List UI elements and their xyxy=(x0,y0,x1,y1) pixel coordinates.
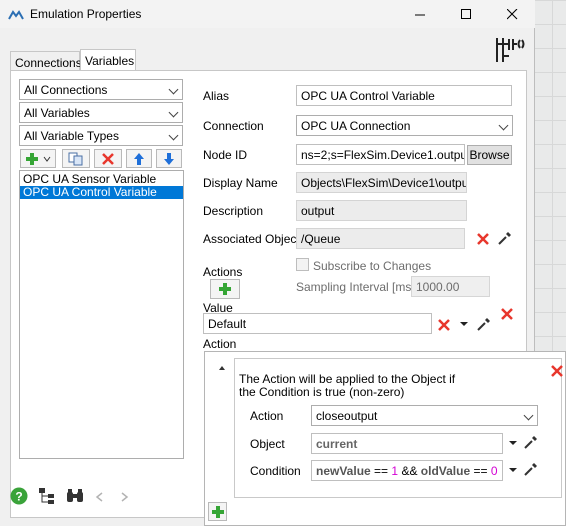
popup-action-label: Action xyxy=(250,409,284,423)
connection-select[interactable]: OPC UA Connection xyxy=(296,115,513,136)
sampling-interval-label: Sampling Interval [ms]: xyxy=(296,280,419,294)
variable-list[interactable]: OPC UA Sensor Variable OPC UA Control Va… xyxy=(19,170,184,459)
chevron-down-icon xyxy=(523,410,534,421)
associated-object-field: /Queue xyxy=(296,228,465,249)
variable-types-filter-value: All Variable Types xyxy=(24,129,119,143)
condition-token: == xyxy=(473,464,488,478)
condition-token: == xyxy=(374,464,389,478)
nodeid-field[interactable]: ns=2;s=FlexSim.Device1.output xyxy=(296,144,465,165)
add-icon xyxy=(211,505,224,518)
chevron-down-icon xyxy=(498,120,509,131)
popup-condition-field[interactable]: newValue == 1 && oldValue == 0 xyxy=(311,460,503,481)
chevron-down-icon[interactable] xyxy=(459,321,469,327)
arrow-down-icon xyxy=(164,152,174,165)
alias-label: Alias xyxy=(203,89,230,103)
tree-view-icon[interactable] xyxy=(38,487,56,508)
nodeid-label: Node ID xyxy=(203,148,248,162)
condition-token: && xyxy=(401,464,418,478)
eyedropper-icon[interactable] xyxy=(497,230,513,246)
chevron-down-icon[interactable] xyxy=(508,440,518,446)
svg-text:?: ? xyxy=(15,490,22,504)
tab-connections-label: Connections xyxy=(15,56,82,70)
connection-value: OPC UA Connection xyxy=(301,119,411,133)
action-editor-popup: The Action will be applied to the Object… xyxy=(204,351,566,526)
close-popup-icon[interactable] xyxy=(550,364,564,378)
browse-button[interactable]: Browse xyxy=(467,145,512,165)
add-icon xyxy=(26,152,51,165)
clear-object-icon[interactable] xyxy=(476,232,490,246)
arrow-up-icon xyxy=(134,152,144,165)
move-down-button[interactable] xyxy=(156,149,182,168)
popup-description-line1: The Action will be applied to the Object… xyxy=(239,372,456,386)
popup-condition-label: Condition xyxy=(250,464,301,478)
title-bar[interactable]: Emulation Properties xyxy=(0,0,535,28)
add-action-button[interactable] xyxy=(210,279,240,299)
connections-filter-select[interactable]: All Connections xyxy=(19,79,183,100)
value-field[interactable]: Default xyxy=(203,313,432,334)
maximize-icon xyxy=(460,8,471,19)
tab-connections[interactable]: Connections xyxy=(10,51,82,72)
subscribe-checkbox[interactable] xyxy=(296,258,309,271)
sampling-interval-field[interactable]: 1000.00 xyxy=(411,276,490,297)
popup-action-select[interactable]: closeoutput xyxy=(311,405,538,426)
close-button[interactable] xyxy=(489,0,535,28)
help-icon[interactable]: ? xyxy=(10,487,28,508)
clear-value-icon[interactable] xyxy=(437,318,451,332)
variables-filter-value: All Variables xyxy=(24,106,90,120)
display-name-field: Objects\FlexSim\Device1\output xyxy=(296,172,467,193)
chevron-down-icon[interactable] xyxy=(508,467,518,473)
remove-icon xyxy=(102,152,114,165)
associated-object-label: Associated Object xyxy=(203,232,300,246)
description-label: Description xyxy=(203,204,264,218)
connection-label: Connection xyxy=(203,119,264,133)
tab-variables-label: Variables xyxy=(85,54,135,68)
ladder-logic-icon xyxy=(495,36,527,67)
eyedropper-icon[interactable] xyxy=(523,461,539,477)
popup-object-field[interactable]: current xyxy=(311,433,503,454)
minimize-icon xyxy=(414,14,425,15)
collapse-icon[interactable] xyxy=(218,365,226,371)
display-name-label: Display Name xyxy=(203,176,278,190)
minimize-button[interactable] xyxy=(397,0,443,28)
condition-token: oldValue xyxy=(420,464,471,478)
forward-icon[interactable] xyxy=(121,491,129,505)
subscribe-label: Subscribe to Changes xyxy=(313,259,432,273)
eyedropper-icon[interactable] xyxy=(523,434,539,450)
popup-action-value: closeoutput xyxy=(316,409,378,423)
back-icon[interactable] xyxy=(95,491,103,505)
close-icon xyxy=(506,8,517,19)
condition-token: newValue xyxy=(316,464,371,478)
window-title: Emulation Properties xyxy=(30,7,142,21)
add-icon xyxy=(219,283,231,295)
condition-token: 1 xyxy=(391,464,399,478)
duplicate-variable-button[interactable] xyxy=(62,149,90,168)
chevron-down-icon xyxy=(168,107,179,118)
app-icon xyxy=(8,9,24,23)
list-item[interactable]: OPC UA Control Variable xyxy=(20,186,183,199)
action-label: Action xyxy=(203,337,237,351)
description-field: output xyxy=(296,200,467,221)
popup-object-label: Object xyxy=(250,437,285,451)
variables-filter-select[interactable]: All Variables xyxy=(19,102,183,123)
alias-field[interactable]: OPC UA Control Variable xyxy=(296,85,512,106)
eyedropper-icon[interactable] xyxy=(476,316,492,332)
chevron-down-icon xyxy=(168,84,179,95)
add-condition-button[interactable] xyxy=(208,502,227,521)
actions-label: Actions xyxy=(203,265,243,279)
find-icon[interactable] xyxy=(66,488,84,507)
chevron-down-icon xyxy=(168,130,179,141)
move-up-button[interactable] xyxy=(126,149,152,168)
maximize-button[interactable] xyxy=(443,0,489,28)
duplicate-icon xyxy=(68,152,83,165)
remove-action-icon[interactable] xyxy=(500,307,514,321)
condition-token: 0 xyxy=(490,464,498,478)
variable-types-filter-select[interactable]: All Variable Types xyxy=(19,125,183,146)
add-variable-button[interactable] xyxy=(20,149,56,168)
remove-variable-button[interactable] xyxy=(94,149,122,168)
tab-variables[interactable]: Variables xyxy=(80,49,136,71)
connections-filter-value: All Connections xyxy=(24,83,108,97)
popup-description-line2: the Condition is true (non-zero) xyxy=(239,385,405,399)
